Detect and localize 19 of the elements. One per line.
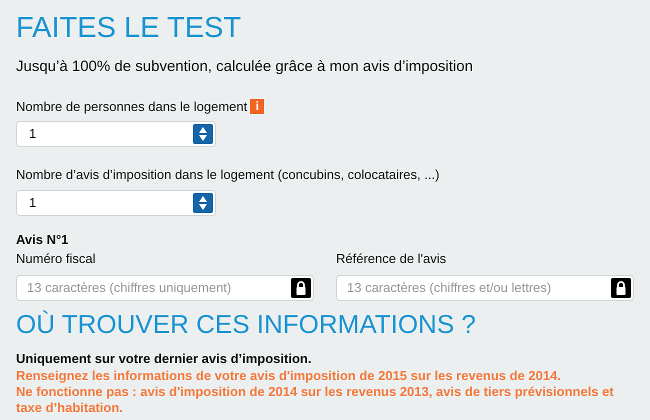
lead-text: Uniquement sur votre dernier avis d’imposition. — [16, 350, 312, 368]
note-text: Renseignez les informations de votre avis d'imposition de 2015 sur les revenus de 2014. — [16, 368, 561, 384]
field-label: Nombre d’avis d’imposition dans le logement (concubins, colocataires, ...) — [16, 166, 440, 184]
spinner-icon — [193, 192, 213, 212]
text-field[interactable]: 13 caractères (chiffres et/ou lettres) — [336, 274, 634, 300]
lock-icon — [291, 278, 311, 298]
section-heading: Avis N°1 — [16, 230, 68, 248]
page-title: FAITES LE TEST — [16, 11, 242, 46]
text-field[interactable]: 13 caractères (chiffres uniquement) — [16, 274, 314, 300]
note-text: Ne fonctionne pas : avis d'imposition de 2014 sur les revenus 2013, avis de tiers prévisionnels et taxe d’habitation. — [16, 384, 615, 416]
spinner-icon — [193, 124, 213, 144]
section-heading: OÙ TROUVER CES INFORMATIONS ? — [16, 308, 476, 340]
lock-icon — [611, 278, 631, 298]
field-label: Numéro fiscal — [16, 250, 96, 268]
number-select[interactable]: 1 — [16, 190, 216, 216]
field-label: Nombre de personnes dans le logement — [16, 98, 248, 116]
field-label: Référence de l'avis — [336, 250, 446, 268]
number-select[interactable]: 1 — [16, 121, 216, 147]
subtitle: Jusqu’à 100% de subvention, calculée grâce à mon avis d’imposition — [16, 57, 473, 77]
